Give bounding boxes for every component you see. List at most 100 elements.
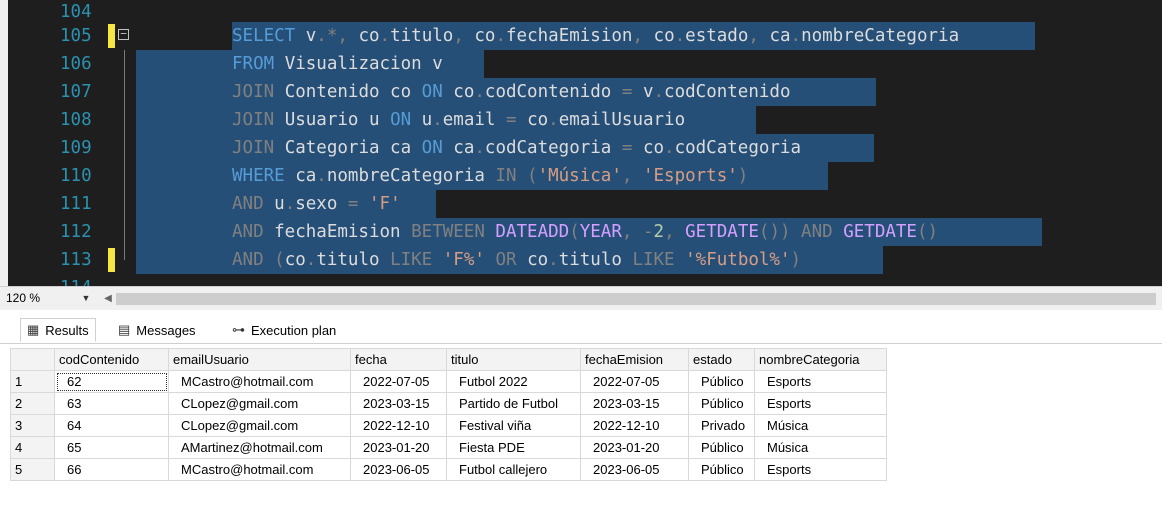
grid-cell[interactable]: 2023-03-15 (580, 392, 689, 415)
code-token: codCategoria (674, 138, 802, 158)
code-token: . (474, 82, 485, 102)
code-token: LIKE (390, 250, 433, 270)
grid-cell[interactable]: 63 (54, 392, 169, 415)
code-token: JOIN (232, 110, 275, 130)
grid-cell[interactable]: Esports (754, 458, 887, 481)
grid-cell[interactable]: 2023-06-05 (350, 458, 447, 481)
table-row[interactable]: 1 62 MCastro@hotmail.com 2022-07-05 Futbol 2… (10, 370, 887, 393)
code-token: titulo (558, 250, 633, 270)
scroll-left-icon[interactable]: ◀ (102, 291, 114, 307)
code-token: titulo (316, 250, 391, 270)
row-number[interactable]: 3 (10, 414, 55, 437)
code-line[interactable]: 113 AND (co.titulo LIKE 'F%' OR co.titulo… (0, 246, 1162, 274)
column-header[interactable]: fechaEmision (580, 348, 689, 371)
collapse-icon[interactable]: − (118, 28, 129, 40)
column-header[interactable]: nombreCategoria (754, 348, 887, 371)
code-line[interactable]: 108 JOIN Usuario u ON u.email = co.emailU… (0, 106, 1162, 134)
row-number[interactable]: 4 (10, 436, 55, 459)
grid-cell[interactable]: AMartinez@hotmail.com (168, 436, 351, 459)
grid-cell[interactable]: 62 (54, 370, 169, 393)
table-row[interactable]: 5 66 MCastro@hotmail.com 2023-06-05 Futbol c… (10, 458, 887, 481)
row-number[interactable]: 1 (10, 370, 55, 393)
code-token: , (337, 26, 348, 46)
code-line[interactable]: 110 WHERE ca.nombreCategoria IN ('Música'… (0, 162, 1162, 190)
tab-execution-plan[interactable]: ⊶ Execution plan (226, 318, 342, 342)
code-token: ca (758, 26, 791, 46)
code-line[interactable]: 109 JOIN Categoria ca ON ca.codCategoria … (0, 134, 1162, 162)
line-number: 114 (60, 274, 106, 286)
line-number: 113 (60, 250, 92, 270)
grid-cell[interactable]: MCastro@hotmail.com (168, 458, 351, 481)
row-number-header[interactable] (10, 348, 55, 371)
column-header[interactable]: fecha (350, 348, 447, 371)
grid-cell[interactable]: 2023-06-05 (580, 458, 689, 481)
column-header[interactable]: emailUsuario (168, 348, 351, 371)
code-token: Visualizacion v (274, 54, 443, 74)
horizontal-scrollbar[interactable] (116, 293, 1156, 305)
grid-cell[interactable]: Esports (754, 392, 887, 415)
code-line[interactable]: 105− SELECT v.*, co.titulo, co.fechaEmisi… (0, 22, 1162, 50)
zoom-dropdown-icon[interactable]: ▼ (80, 290, 92, 306)
grid-cell[interactable]: 66 (54, 458, 169, 481)
line-number: 112 (60, 222, 92, 242)
code-token: u (263, 194, 285, 214)
code-token: = (505, 110, 517, 130)
grid-cell[interactable]: Futbol 2022 (446, 370, 581, 393)
code-line[interactable]: 111 AND u.sexo = 'F' (0, 190, 1162, 218)
grid-cell[interactable]: Público (688, 436, 755, 459)
tab-results[interactable]: ▦ Results (20, 318, 96, 342)
grid-cell[interactable]: 64 (54, 414, 169, 437)
column-header[interactable]: estado (688, 348, 755, 371)
line-number: 107 (60, 82, 92, 102)
fold-guide (124, 50, 125, 78)
sql-editor[interactable]: 104 105− SELECT v.*, co.titulo, co.fechaEm… (0, 0, 1162, 286)
code-line[interactable]: 106 FROM Visualizacion v (0, 50, 1162, 78)
row-number[interactable]: 2 (10, 392, 55, 415)
row-number[interactable]: 5 (10, 458, 55, 481)
grid-cell[interactable]: Partido de Futbol (446, 392, 581, 415)
grid-cell[interactable]: 2023-03-15 (350, 392, 447, 415)
grid-cell[interactable]: Festival viña (446, 414, 581, 437)
code-token: AND (790, 222, 833, 242)
grid-cell[interactable]: Esports (754, 370, 887, 393)
code-line[interactable]: 107 JOIN Contenido co ON co.codContenido … (0, 78, 1162, 106)
grid-cell[interactable]: 2022-12-10 (580, 414, 689, 437)
grid-cell[interactable]: Privado (688, 414, 755, 437)
table-row[interactable]: 3 64 CLopez@gmail.com 2022-12-10 Festival vi… (10, 414, 887, 437)
code-lines[interactable]: 104 105− SELECT v.*, co.titulo, co.fechaEm… (0, 0, 1162, 286)
grid-cell[interactable]: MCastro@hotmail.com (168, 370, 351, 393)
code-line[interactable]: 112 AND fechaEmision BETWEEN DATEADD(YEAR… (0, 218, 1162, 246)
fold-guide (124, 78, 125, 106)
table-row[interactable]: 4 65 AMartinez@hotmail.com 2023-01-20 Fiesta… (10, 436, 887, 459)
grid-cell[interactable]: Fiesta PDE (446, 436, 581, 459)
code-token: ca (442, 138, 475, 158)
column-header[interactable]: codContenido (54, 348, 169, 371)
grid-cell[interactable]: CLopez@gmail.com (168, 392, 351, 415)
grid-cell[interactable]: 2022-07-05 (580, 370, 689, 393)
table-row[interactable]: 2 63 CLopez@gmail.com 2023-03-15 Partido de … (10, 392, 887, 415)
line-number: 108 (60, 110, 92, 130)
code-text: WHERE ca.nombreCategoria IN ('Música', '… (232, 162, 748, 190)
tab-messages[interactable]: ▤ Messages (112, 318, 202, 342)
code-line: 114 (0, 274, 1162, 286)
grid-cell[interactable]: Público (688, 458, 755, 481)
code-text: JOIN Categoria ca ON ca.codCategoria = c… (232, 134, 801, 162)
grid-cell[interactable]: 65 (54, 436, 169, 459)
column-header[interactable]: titulo (446, 348, 581, 371)
grid-cell[interactable]: Música (754, 414, 887, 437)
grid-cell[interactable]: Público (688, 392, 755, 415)
grid-cell[interactable]: Público (688, 370, 755, 393)
grid-cell[interactable]: 2023-01-20 (580, 436, 689, 459)
results-grid[interactable]: codContenido emailUsuario fecha titulo f… (10, 348, 887, 481)
grid-cell[interactable]: Futbol callejero (446, 458, 581, 481)
code-token: ) (737, 166, 749, 186)
code-token: JOIN (232, 138, 275, 158)
grid-cell[interactable]: 2022-07-05 (350, 370, 447, 393)
grid-cell[interactable]: 2022-12-10 (350, 414, 447, 437)
fold-guide (124, 106, 125, 134)
grid-cell[interactable]: 2023-01-20 (350, 436, 447, 459)
grid-cell[interactable]: CLopez@gmail.com (168, 414, 351, 437)
code-token: , (453, 26, 464, 46)
zoom-level[interactable]: 120 % (6, 291, 40, 305)
grid-cell[interactable]: Música (754, 436, 887, 459)
